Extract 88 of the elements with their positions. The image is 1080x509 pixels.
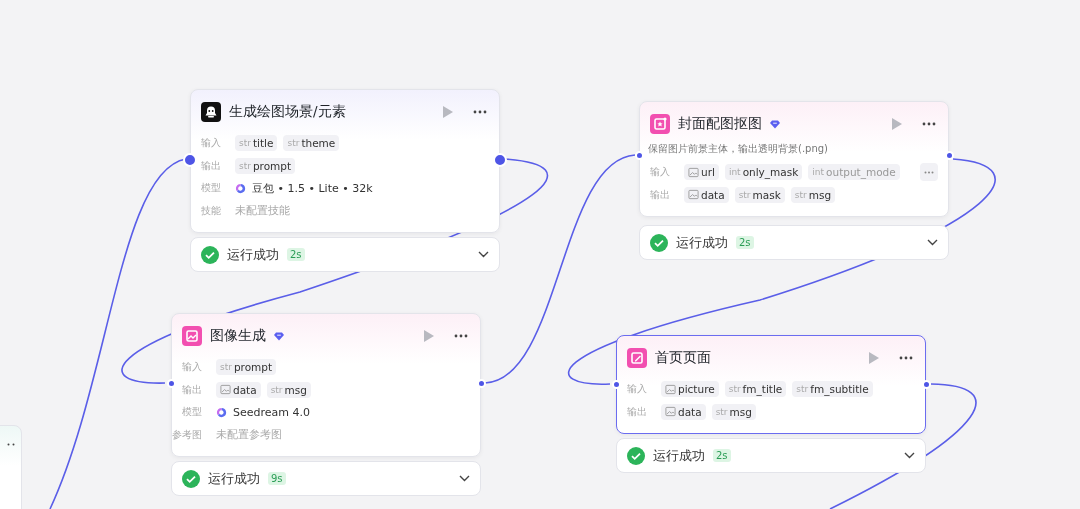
parameter-tag: str fm_title — [724, 381, 787, 398]
node-card[interactable]: 首页页面 输入 picture str fm_title str fm_subtitle 输出 data str msg — [616, 335, 926, 434]
sparkle-image-icon — [650, 114, 670, 134]
row-label: 输出 — [627, 404, 648, 419]
image-icon — [665, 406, 676, 418]
node-card[interactable]: 生成绘图场景/元素 输入 str title str theme 输出 str prompt 模型 豆包 • 1.5 • Lite • 32k 技能 未配置技能 — [190, 89, 500, 233]
more-icon[interactable] — [7, 443, 15, 446]
model-name: Seedream 4.0 — [233, 405, 310, 419]
parameter-tag: url — [684, 164, 719, 181]
parameter-tag: int output_mode — [808, 164, 900, 181]
chevron-down-icon[interactable] — [904, 452, 915, 459]
connection-port[interactable] — [166, 379, 176, 388]
connection-port[interactable] — [944, 150, 954, 160]
image-icon — [665, 383, 676, 395]
parameter-tag: str title — [235, 135, 278, 152]
parameter-tag: str theme — [283, 135, 340, 152]
status-text: 运行成功 — [653, 446, 705, 465]
status-text: 运行成功 — [227, 245, 279, 264]
connection-port[interactable] — [634, 150, 644, 160]
model-logo-icon — [216, 406, 227, 418]
parameter-tag: str msg — [790, 186, 836, 203]
diamond-icon — [274, 331, 284, 341]
row-label: 输出 — [201, 158, 222, 173]
more-icon[interactable] — [899, 356, 913, 360]
more-icon[interactable] — [922, 122, 936, 126]
run-status-bar[interactable]: 运行成功 9s — [171, 461, 481, 496]
row-label: 输入 — [627, 382, 648, 397]
success-check-icon — [182, 469, 200, 488]
row-label: 输入 — [201, 136, 222, 151]
connection-port[interactable] — [183, 152, 197, 167]
node-title: 封面配图抠图 — [678, 115, 762, 133]
status-text: 运行成功 — [208, 469, 260, 488]
image-icon — [220, 384, 231, 396]
node-title: 首页页面 — [655, 349, 711, 367]
duration-badge: 9s — [268, 472, 286, 485]
node-description: 保留图片前景主体，输出透明背景(.png) — [648, 142, 829, 156]
parameter-tag: data — [684, 186, 729, 203]
chevron-down-icon[interactable] — [927, 239, 938, 246]
parameter-tag: str fm_subtitle — [792, 381, 873, 398]
parameter-tag: str msg — [266, 381, 311, 398]
connection-port[interactable] — [476, 379, 486, 388]
duration-badge: 2s — [736, 236, 754, 249]
row-value: 未配置技能 — [235, 203, 290, 219]
success-check-icon — [201, 245, 219, 264]
success-check-icon — [650, 233, 668, 252]
success-check-icon — [627, 446, 645, 465]
connection-port[interactable] — [611, 379, 621, 389]
parameter-tag: data — [661, 403, 706, 420]
edit-icon — [627, 348, 647, 368]
more-icon — [924, 170, 934, 174]
parameter-tag: picture — [661, 381, 719, 398]
more-icon[interactable] — [473, 110, 487, 114]
run-status-bar[interactable]: 运行成功 2s — [190, 237, 500, 272]
more-icon[interactable] — [454, 334, 468, 338]
node-card[interactable]: 图像生成 输入 str prompt 输出 data str msg 模型 Seedream 4.0 参考图 未配置参考图 — [171, 313, 481, 457]
image-icon — [688, 189, 699, 201]
parameter-tag: str msg — [711, 403, 756, 420]
parameter-tag: str mask — [734, 186, 785, 203]
row-label: 输出 — [650, 187, 671, 202]
row-label: 输入 — [650, 165, 671, 180]
row-label: 技能 — [201, 203, 222, 218]
status-text: 运行成功 — [676, 233, 728, 252]
run-status-bar[interactable]: 运行成功 2s — [639, 225, 949, 260]
row-label: 模型 — [182, 405, 203, 420]
image-icon — [688, 166, 699, 178]
node-card[interactable]: 封面配图抠图 保留图片前景主体，输出透明背景(.png) 输入 url int only_mask int output_mode 输出 data str mask str msg — [639, 101, 949, 217]
node-title: 图像生成 — [210, 327, 266, 345]
parameter-tag: int only_mask — [724, 164, 803, 181]
model-name: 豆包 • 1.5 • Lite • 32k — [252, 180, 373, 196]
robot-icon — [201, 102, 221, 122]
image-icon — [182, 326, 202, 346]
parameter-tag: data — [216, 381, 261, 398]
row-label: 输出 — [182, 382, 203, 397]
model-logo-icon — [235, 182, 246, 194]
chevron-down-icon[interactable] — [478, 251, 489, 258]
diamond-icon — [770, 119, 780, 129]
node-title: 生成绘图场景/元素 — [229, 103, 346, 121]
row-label: 模型 — [201, 181, 222, 196]
chevron-down-icon[interactable] — [459, 475, 470, 482]
duration-badge: 2s — [287, 248, 305, 261]
duration-badge: 2s — [713, 449, 731, 462]
connection-port[interactable] — [921, 379, 931, 389]
parameter-tag: str prompt — [216, 359, 277, 376]
parameter-tag: str prompt — [235, 157, 296, 174]
run-status-bar[interactable]: 运行成功 2s — [616, 438, 926, 473]
row-value: 未配置参考图 — [216, 427, 282, 443]
row-label: 输入 — [182, 360, 203, 375]
row-label: 参考图 — [172, 427, 203, 442]
